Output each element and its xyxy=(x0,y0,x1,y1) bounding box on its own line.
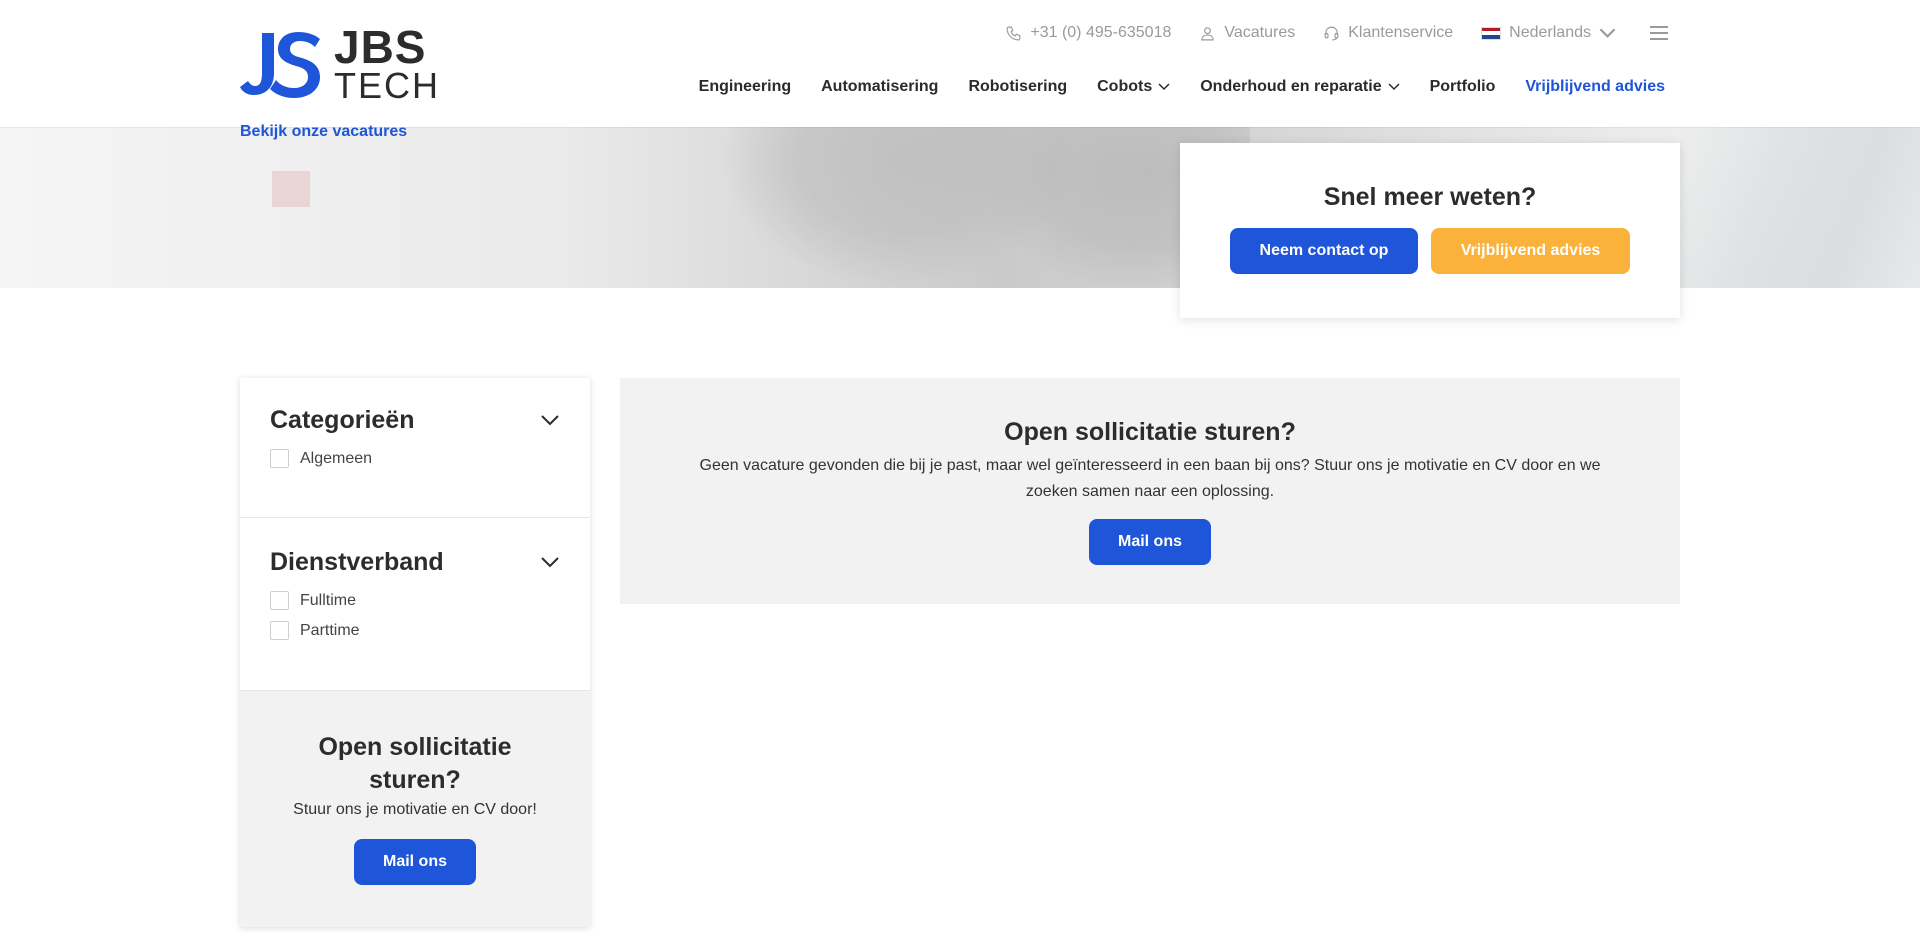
phone-text: +31 (0) 495-635018 xyxy=(1030,24,1172,41)
phone-icon xyxy=(1006,26,1021,40)
nav-portfolio[interactable]: Portfolio xyxy=(1430,78,1496,96)
filter-option-fulltime[interactable]: Fulltime xyxy=(270,591,560,610)
nav-vrijblijvend-advies[interactable]: Vrijblijvend advies xyxy=(1525,78,1665,96)
cta-buttons: Neem contact op Vrijblijvend advies xyxy=(1180,228,1680,274)
chevron-down-icon xyxy=(1158,83,1170,91)
contact-button[interactable]: Neem contact op xyxy=(1230,228,1418,274)
chevron-down-icon[interactable] xyxy=(540,556,560,568)
sidebar-cta-text: Stuur ons je motivatie en CV door! xyxy=(293,801,537,818)
filter-categories: Categorieën Algemeen xyxy=(240,378,590,518)
advice-button[interactable]: Vrijblijvend advies xyxy=(1431,228,1630,274)
nav-automatisering[interactable]: Automatisering xyxy=(821,78,938,96)
chevron-down-icon[interactable] xyxy=(540,414,560,426)
cta-card: Snel meer weten? Neem contact op Vrijbli… xyxy=(1180,143,1680,318)
logo-line2: TECH xyxy=(334,65,440,106)
panel-mail-button[interactable]: Mail ons xyxy=(1089,519,1211,565)
language-select[interactable]: Nederlands xyxy=(1481,24,1616,42)
filter-sidebar: Categorieën Algemeen Dienstverband Fullt… xyxy=(240,378,590,927)
nav-label: Vrijblijvend advies xyxy=(1525,78,1665,95)
logo[interactable]: JBS TECH xyxy=(240,24,438,104)
filter-dienstverband: Dienstverband Fulltime Parttime xyxy=(240,518,590,691)
nav-cobots[interactable]: Cobots xyxy=(1097,78,1170,96)
panel-title: Open sollicitatie sturen? xyxy=(1004,418,1296,446)
logo-line1: JBS xyxy=(334,21,427,73)
sidebar-mail-button[interactable]: Mail ons xyxy=(354,839,476,885)
vacatures-link[interactable]: Vacatures xyxy=(1199,24,1295,42)
nav-label: Onderhoud en reparatie xyxy=(1200,78,1382,95)
nav-label: Portfolio xyxy=(1429,78,1496,95)
filter-option-algemeen[interactable]: Algemeen xyxy=(270,449,560,468)
sidebar-application-cta: Open sollicitatie sturen? Stuur ons je m… xyxy=(240,691,590,927)
headset-icon xyxy=(1324,26,1339,40)
option-label: Parttime xyxy=(300,621,360,639)
klantenservice-text: Klantenservice xyxy=(1348,24,1454,41)
chevron-down-icon xyxy=(1599,27,1616,38)
logo-text: JBS TECH xyxy=(334,24,440,104)
view-vacancies-link[interactable]: Bekijk onze vacatures xyxy=(240,123,407,141)
klantenservice-link[interactable]: Klantenservice xyxy=(1323,24,1453,42)
nav-onderhoud[interactable]: Onderhoud en reparatie xyxy=(1200,78,1400,96)
filter-option-parttime[interactable]: Parttime xyxy=(270,621,560,640)
checkbox[interactable] xyxy=(270,591,289,610)
main-nav: Engineering Automatisering Robotisering … xyxy=(699,78,1665,96)
option-label: Algemeen xyxy=(300,449,373,467)
nav-label: Automatisering xyxy=(821,78,939,95)
hamburger-menu-icon[interactable] xyxy=(1650,26,1668,40)
panel-text: Geen vacature gevonden die bij je past, … xyxy=(699,457,1601,500)
filter-title: Categorieën xyxy=(270,406,415,434)
cta-title: Snel meer weten? xyxy=(1323,183,1537,211)
sidebar-cta-title: Open sollicitatie sturen? xyxy=(318,733,512,794)
open-application-panel: Open sollicitatie sturen? Geen vacature … xyxy=(620,378,1680,604)
nav-engineering[interactable]: Engineering xyxy=(699,78,791,96)
site-header: JBS TECH +31 (0) 495-635018 Vacatures Kl… xyxy=(0,0,1920,127)
nav-label: Engineering xyxy=(698,78,792,95)
nav-label: Cobots xyxy=(1097,78,1153,95)
language-text: Nederlands xyxy=(1509,24,1591,41)
nav-label: Robotisering xyxy=(968,78,1068,95)
logo-mark-icon xyxy=(240,29,328,99)
dutch-flag-icon xyxy=(1481,26,1502,40)
checkbox[interactable] xyxy=(270,449,289,468)
checkbox[interactable] xyxy=(270,621,289,640)
phone-link[interactable]: +31 (0) 495-635018 xyxy=(1005,24,1171,42)
chevron-down-icon xyxy=(1388,83,1400,91)
vacatures-text: Vacatures xyxy=(1224,24,1296,41)
nav-robotisering[interactable]: Robotisering xyxy=(968,78,1067,96)
user-icon xyxy=(1201,26,1215,40)
option-label: Fulltime xyxy=(300,591,357,609)
topbar: +31 (0) 495-635018 Vacatures Klantenserv… xyxy=(1005,24,1668,42)
filter-title: Dienstverband xyxy=(270,548,444,576)
